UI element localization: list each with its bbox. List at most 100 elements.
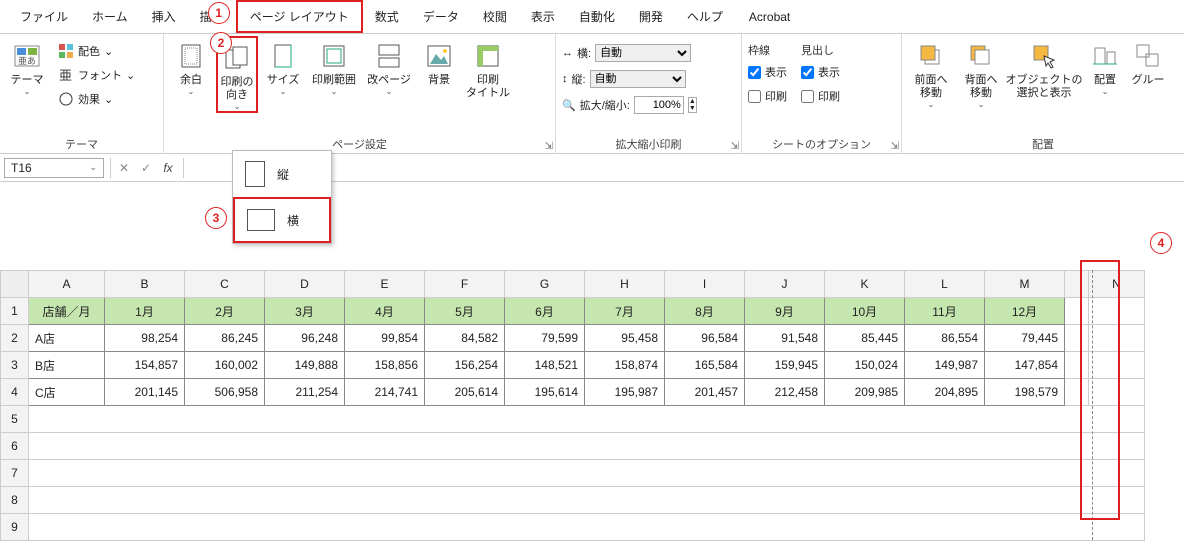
align-button[interactable]: 配置⌄ xyxy=(1084,36,1126,96)
background-button[interactable]: 背景 xyxy=(418,36,460,87)
row-header[interactable]: 6 xyxy=(1,433,29,460)
selection-pane-button[interactable]: オブジェクトの 選択と表示 xyxy=(1008,36,1080,100)
row-header[interactable]: 9 xyxy=(1,514,29,541)
cell[interactable]: 209,985 xyxy=(825,379,905,406)
cell[interactable]: 2月 xyxy=(185,298,265,325)
cell[interactable]: 96,248 xyxy=(265,325,345,352)
menu-view[interactable]: 表示 xyxy=(519,2,567,31)
print-area-button[interactable]: 印刷範囲⌄ xyxy=(308,36,360,96)
headings-view-checkbox[interactable]: 表示 xyxy=(801,62,840,82)
scale-down-button[interactable]: ▼ xyxy=(689,105,696,112)
orientation-landscape-item[interactable]: 3 横 xyxy=(233,197,331,243)
scale-percent-input[interactable] xyxy=(634,96,684,114)
cell[interactable]: 214,741 xyxy=(345,379,425,406)
menu-page-layout[interactable]: ページ レイアウト xyxy=(236,0,363,33)
scale-height-select[interactable]: 自動 xyxy=(590,70,686,88)
cell[interactable]: 158,856 xyxy=(345,352,425,379)
gridlines-print-checkbox[interactable]: 印刷 xyxy=(748,86,787,106)
cell[interactable] xyxy=(29,487,1145,514)
theme-colors-button[interactable]: 配色⌄ xyxy=(52,40,141,62)
cell[interactable]: 156,254 xyxy=(425,352,505,379)
send-backward-button[interactable]: 背面へ 移動⌄ xyxy=(958,36,1004,109)
cell[interactable]: 201,457 xyxy=(665,379,745,406)
margins-button[interactable]: 余白⌄ xyxy=(170,36,212,96)
column-header[interactable]: F xyxy=(425,271,505,298)
cell[interactable]: 98,254 xyxy=(105,325,185,352)
menu-insert[interactable]: 挿入 xyxy=(140,2,188,31)
cell[interactable]: 195,614 xyxy=(505,379,585,406)
menu-formulas[interactable]: 数式 xyxy=(363,2,411,31)
scale-up-button[interactable]: ▲ xyxy=(689,98,696,105)
column-header[interactable]: B xyxy=(105,271,185,298)
cell[interactable]: 10月 xyxy=(825,298,905,325)
column-header[interactable]: I xyxy=(665,271,745,298)
theme-effects-button[interactable]: 効果⌄ xyxy=(52,88,141,110)
cell[interactable]: 165,584 xyxy=(665,352,745,379)
column-header[interactable]: L xyxy=(905,271,985,298)
cell[interactable]: 1月 xyxy=(105,298,185,325)
cell[interactable]: 91,548 xyxy=(745,325,825,352)
cell[interactable]: 79,445 xyxy=(985,325,1065,352)
column-header[interactable]: A xyxy=(29,271,105,298)
cell[interactable]: 150,024 xyxy=(825,352,905,379)
menu-help[interactable]: ヘルプ xyxy=(675,2,735,31)
cell[interactable] xyxy=(29,433,1145,460)
chevron-down-icon[interactable]: ⌄ xyxy=(89,162,97,173)
cell[interactable]: 11月 xyxy=(905,298,985,325)
cell[interactable] xyxy=(29,460,1145,487)
cell[interactable]: 6月 xyxy=(505,298,585,325)
scale-width-select[interactable]: 自動 xyxy=(595,44,691,62)
cell[interactable]: 148,521 xyxy=(505,352,585,379)
cell[interactable]: 5月 xyxy=(425,298,505,325)
name-box[interactable]: T16 ⌄ xyxy=(4,158,104,178)
column-header[interactable]: J xyxy=(745,271,825,298)
cell[interactable]: 159,945 xyxy=(745,352,825,379)
cell[interactable]: 205,614 xyxy=(425,379,505,406)
cell[interactable]: 160,002 xyxy=(185,352,265,379)
menu-developer[interactable]: 開発 xyxy=(627,2,675,31)
cell[interactable]: 149,987 xyxy=(905,352,985,379)
cell[interactable]: 86,245 xyxy=(185,325,265,352)
menu-automate[interactable]: 自動化 xyxy=(567,2,627,31)
cell[interactable]: 506,958 xyxy=(185,379,265,406)
menu-draw[interactable]: 描画 描 1 xyxy=(188,2,236,31)
cell[interactable]: 86,554 xyxy=(905,325,985,352)
cell[interactable]: 201,145 xyxy=(105,379,185,406)
cell[interactable]: 9月 xyxy=(745,298,825,325)
print-titles-button[interactable]: 印刷 タイトル xyxy=(464,36,512,100)
cell[interactable]: 158,874 xyxy=(585,352,665,379)
row-header[interactable]: 1 xyxy=(1,298,29,325)
cell[interactable]: 204,895 xyxy=(905,379,985,406)
formula-input[interactable] xyxy=(183,158,1184,178)
cell[interactable]: 4月 xyxy=(345,298,425,325)
cell[interactable]: 96,584 xyxy=(665,325,745,352)
menu-home[interactable]: ホーム xyxy=(80,2,140,31)
bring-forward-button[interactable]: 前面へ 移動⌄ xyxy=(908,36,954,109)
menu-acrobat[interactable]: Acrobat xyxy=(735,4,804,30)
cell[interactable]: 8月 xyxy=(665,298,745,325)
group-button[interactable]: グルー xyxy=(1130,36,1166,87)
scale-dialog-launcher[interactable]: ⇲ xyxy=(731,141,739,152)
cell[interactable]: C店 xyxy=(29,379,105,406)
menu-review[interactable]: 校閲 xyxy=(471,2,519,31)
gridlines-view-checkbox[interactable]: 表示 xyxy=(748,62,787,82)
sheet-options-dialog-launcher[interactable]: ⇲ xyxy=(891,141,899,152)
row-header[interactable]: 8 xyxy=(1,487,29,514)
page-setup-dialog-launcher[interactable]: ⇲ xyxy=(545,141,553,152)
cell[interactable]: 85,445 xyxy=(825,325,905,352)
cell[interactable]: 147,854 xyxy=(985,352,1065,379)
cell[interactable]: 3月 xyxy=(265,298,345,325)
menu-data[interactable]: データ xyxy=(411,2,471,31)
cell[interactable]: 12月 xyxy=(985,298,1065,325)
select-all-corner[interactable] xyxy=(1,271,29,298)
column-header[interactable]: G xyxy=(505,271,585,298)
column-header[interactable]: K xyxy=(825,271,905,298)
cell[interactable]: 79,599 xyxy=(505,325,585,352)
orientation-button[interactable]: 2 印刷の 向き⌄ xyxy=(216,36,258,113)
row-header[interactable]: 3 xyxy=(1,352,29,379)
theme-fonts-button[interactable]: 亜 フォント⌄ xyxy=(52,64,141,86)
fx-button[interactable]: fx xyxy=(157,161,179,175)
orientation-portrait-item[interactable]: 縦 xyxy=(233,151,331,197)
column-header[interactable]: M xyxy=(985,271,1065,298)
cell[interactable]: B店 xyxy=(29,352,105,379)
